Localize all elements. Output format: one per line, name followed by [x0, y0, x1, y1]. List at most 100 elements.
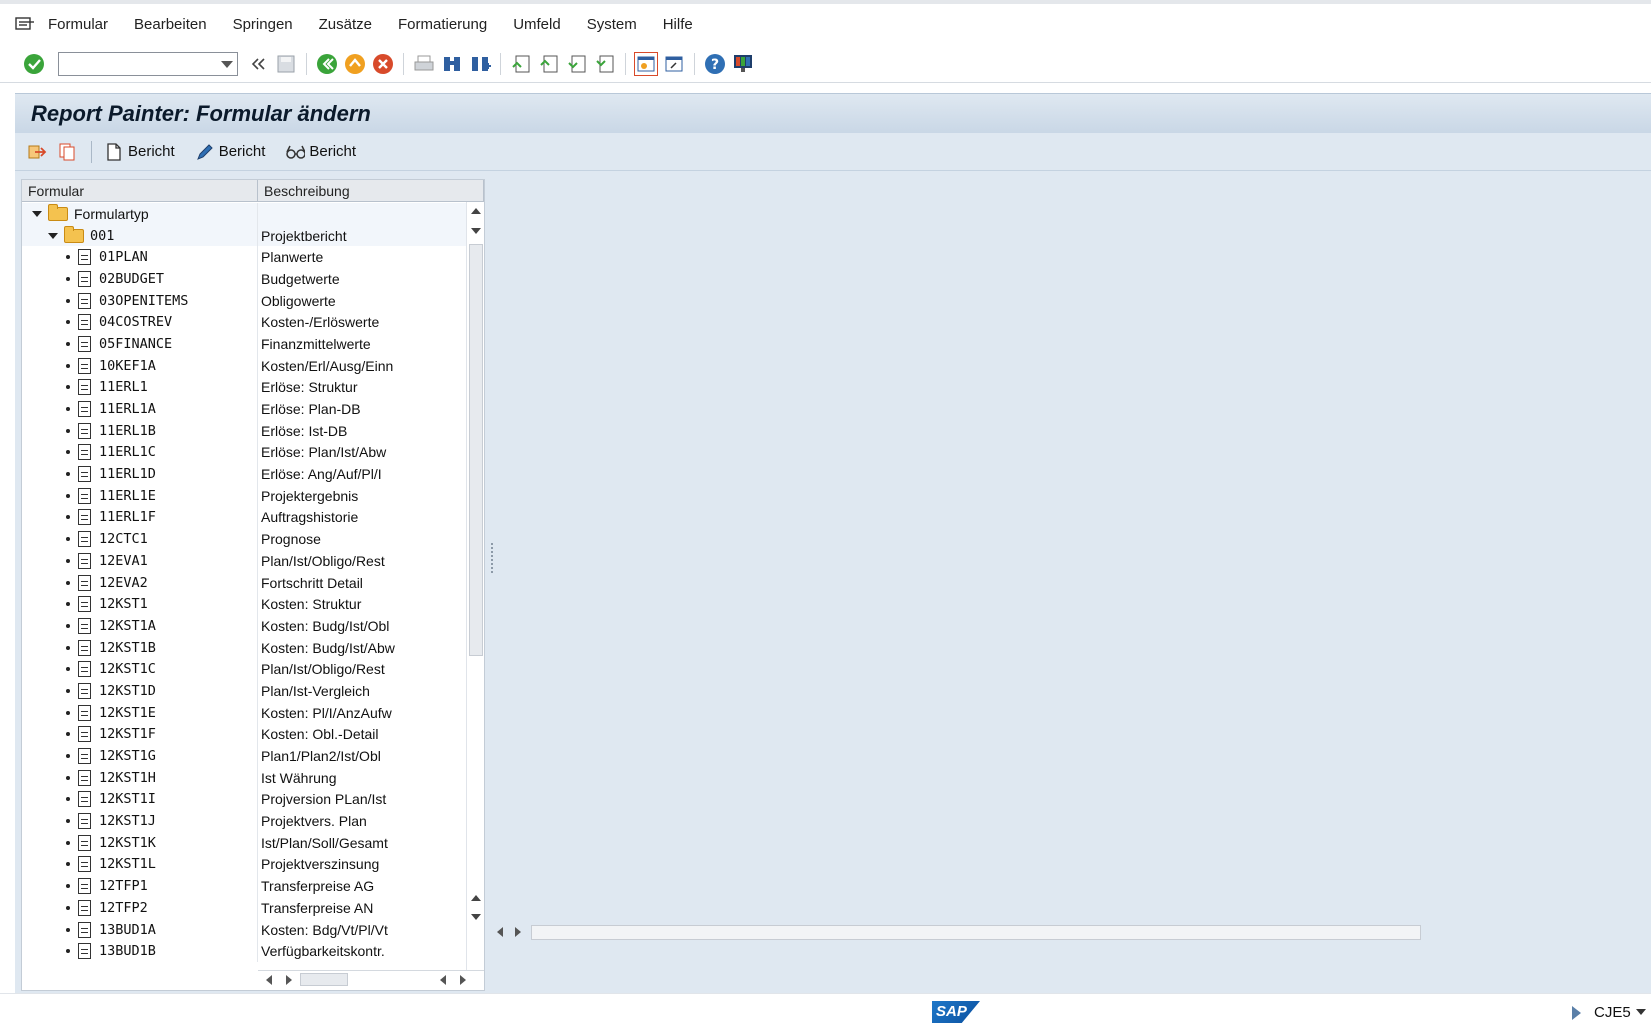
tree-row[interactable]: 12KST1G Plan1/Plan2/Ist/Obl — [22, 745, 484, 767]
tree-row[interactable]: 11ERL1E Projektergebnis — [22, 484, 484, 507]
create-report-button[interactable]: Bericht — [104, 142, 175, 162]
horizontal-scrollbar[interactable] — [258, 970, 484, 988]
tree-row[interactable]: 13BUD1B Verfügbarkeitskontr. — [22, 940, 484, 963]
collapse-double-chevron-icon[interactable] — [246, 52, 270, 76]
column-header-formular[interactable]: Formular — [22, 180, 258, 201]
help-icon[interactable]: ? — [703, 52, 727, 76]
tree-row[interactable]: 12KST1 Kosten: Struktur — [22, 593, 484, 616]
status-expand-icon[interactable] — [1572, 1006, 1581, 1020]
command-field[interactable] — [58, 51, 238, 76]
change-report-button[interactable]: Bericht — [195, 142, 266, 162]
customize-layout-icon[interactable] — [731, 52, 755, 76]
tree-row[interactable]: 11ERL1C Erlöse: Plan/Ist/Abw — [22, 441, 484, 464]
tree-row[interactable]: 11ERL1F Auftragshistorie — [22, 506, 484, 529]
tree-row[interactable]: 12KST1H Ist Währung — [22, 766, 484, 789]
tree-row[interactable]: 12KST1C Plan/Ist/Obligo/Rest — [22, 658, 484, 681]
enter-check-icon[interactable] — [22, 52, 46, 76]
scroll-thumb[interactable] — [300, 973, 348, 986]
tree-row[interactable]: 10KEF1A Kosten/Erl/Ausg/Einn — [22, 354, 484, 377]
tree-node-formulartyp[interactable]: Formulartyp — [22, 203, 484, 225]
previous-page-icon[interactable] — [537, 52, 561, 76]
scroll-down-icon[interactable] — [471, 228, 481, 234]
scroll-up-icon[interactable] — [471, 895, 481, 901]
scroll-left-icon[interactable] — [266, 975, 272, 985]
menu-toggle-icon[interactable] — [14, 16, 36, 34]
tree-bullet — [66, 363, 70, 368]
tree-row[interactable]: 12KST1I Projversion PLan/Ist — [22, 788, 484, 811]
save-icon[interactable] — [274, 52, 298, 76]
next-page-icon[interactable] — [565, 52, 589, 76]
menu-system[interactable]: System — [587, 16, 637, 33]
splitter-handle[interactable] — [485, 171, 499, 993]
chevron-down-icon[interactable] — [1636, 1009, 1646, 1015]
menu-springen[interactable]: Springen — [233, 16, 293, 33]
tree-row[interactable]: 01PLAN Planwerte — [22, 246, 484, 269]
scroll-left-icon[interactable] — [497, 927, 503, 937]
copy-form-button[interactable] — [57, 142, 81, 162]
last-page-icon[interactable] — [593, 52, 617, 76]
display-report-button[interactable]: Bericht — [285, 142, 356, 162]
tree-row[interactable]: 12KST1K Ist/Plan/Soll/Gesamt — [22, 831, 484, 854]
tree-row[interactable]: 12KST1L Projektverszinsung — [22, 853, 484, 876]
tree-row[interactable]: 11ERL1D Erlöse: Ang/Auf/Pl/I — [22, 463, 484, 485]
chevron-down-icon[interactable] — [221, 60, 233, 68]
tree-row[interactable]: 11ERL1 Erlöse: Struktur — [22, 376, 484, 399]
form-description: Plan/Ist/Obligo/Rest — [261, 661, 385, 678]
first-page-icon[interactable] — [509, 52, 533, 76]
scroll-left-icon[interactable] — [440, 975, 446, 985]
tree-row[interactable]: 12KST1D Plan/Ist-Vergleich — [22, 680, 484, 702]
scroll-track[interactable] — [531, 925, 1421, 940]
tree-row[interactable]: 11ERL1B Erlöse: Ist-DB — [22, 419, 484, 442]
tree-row[interactable]: 13BUD1A Kosten: Bdg/Vt/Pl/Vt — [22, 918, 484, 941]
tree-row[interactable]: 12CTC1 Prognose — [22, 528, 484, 550]
scroll-right-icon[interactable] — [460, 975, 466, 985]
other-form-button[interactable] — [27, 142, 51, 162]
menu-formatierung[interactable]: Formatierung — [398, 16, 487, 33]
scroll-up-icon[interactable] — [471, 208, 481, 214]
scroll-down-icon[interactable] — [471, 914, 481, 920]
tree-row[interactable]: 05FINANCE Finanzmittelwerte — [22, 333, 484, 355]
expand-caret-icon[interactable] — [32, 210, 42, 217]
find-next-icon[interactable] — [468, 52, 492, 76]
scroll-thumb[interactable] — [469, 244, 483, 656]
tree-row[interactable]: 04COSTREV Kosten-/Erlöswerte — [22, 311, 484, 334]
scroll-right-icon[interactable] — [515, 927, 521, 937]
right-horizontal-scrollbar[interactable] — [493, 923, 1643, 941]
tree-row[interactable]: 12TFP2 Transferpreise AN — [22, 897, 484, 919]
scroll-right-icon[interactable] — [286, 975, 292, 985]
menu-zusaetze[interactable]: Zusätze — [319, 16, 372, 33]
print-icon[interactable] — [412, 52, 436, 76]
tree-row[interactable]: 11ERL1A Erlöse: Plan-DB — [22, 398, 484, 420]
tree-row[interactable]: 03OPENITEMS Obligowerte — [22, 289, 484, 312]
splitter-grip[interactable] — [491, 543, 493, 573]
expand-caret-icon[interactable] — [48, 232, 58, 239]
tree-bullet — [66, 580, 70, 585]
standard-toolbar: ? — [0, 45, 1651, 83]
back-icon[interactable] — [315, 52, 339, 76]
vertical-scrollbar[interactable] — [466, 202, 484, 970]
tree-row[interactable]: 12KST1J Projektvers. Plan — [22, 810, 484, 832]
menu-hilfe[interactable]: Hilfe — [663, 16, 693, 33]
tree-row[interactable]: 12KST1A Kosten: Budg/Ist/Obl — [22, 615, 484, 637]
exit-icon[interactable] — [343, 52, 367, 76]
tree-row[interactable]: 12KST1E Kosten: Pl/I/AnzAufw — [22, 701, 484, 724]
menu-umfeld[interactable]: Umfeld — [513, 16, 561, 33]
shortcut-icon[interactable] — [662, 52, 686, 76]
menu-bearbeiten[interactable]: Bearbeiten — [134, 16, 207, 33]
tree-bullet — [66, 884, 70, 889]
new-session-icon[interactable] — [634, 51, 658, 76]
find-icon[interactable] — [440, 52, 464, 76]
tree-row[interactable]: 12KST1B Kosten: Budg/Ist/Abw — [22, 636, 484, 659]
column-header-beschreibung[interactable]: Beschreibung — [258, 180, 484, 201]
tree-row[interactable]: 12TFP1 Transferpreise AG — [22, 875, 484, 897]
tree-row[interactable]: 12EVA1 Plan/Ist/Obligo/Rest — [22, 550, 484, 572]
document-icon — [78, 509, 91, 526]
cancel-icon[interactable] — [371, 52, 395, 76]
tree-row[interactable]: 12KST1F Kosten: Obl.-Detail — [22, 723, 484, 746]
tree-row[interactable]: 12EVA2 Fortschritt Detail — [22, 571, 484, 594]
tree-node-folder-001[interactable]: 001 Projektbericht — [22, 224, 484, 247]
swap-arrow-icon — [27, 142, 47, 162]
menu-formular[interactable]: Formular — [48, 16, 108, 33]
tree-row[interactable]: 02BUDGET Budgetwerte — [22, 268, 484, 290]
change-report-label: Bericht — [218, 143, 266, 160]
